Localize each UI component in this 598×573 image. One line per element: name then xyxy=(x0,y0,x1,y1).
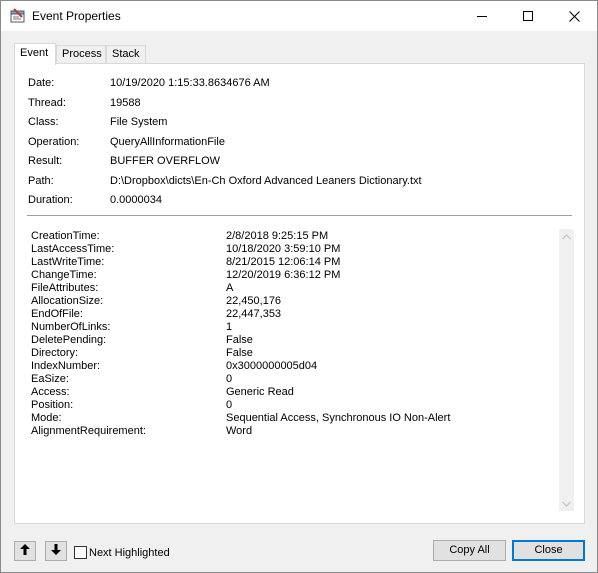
class-label: Class: xyxy=(28,116,59,128)
scroll-down-button[interactable] xyxy=(559,496,574,511)
path-value: D:\Dropbox\dicts\En-Ch Oxford Advanced L… xyxy=(110,175,422,187)
detail-value: 22,447,353 xyxy=(226,308,282,320)
date-label: Date: xyxy=(28,77,55,89)
close-button[interactable]: Close xyxy=(512,540,585,561)
detail-key: FileAttributes: xyxy=(31,282,99,294)
detail-key: EndOfFile: xyxy=(31,308,83,320)
detail-value: 0 xyxy=(226,373,233,385)
detail-value: Sequential Access, Synchronous IO Non-Al… xyxy=(226,412,451,424)
detail-key: LastAccessTime: xyxy=(31,243,115,255)
event-panel: Date: 10/19/2020 1:15:33.8634676 AM Thre… xyxy=(14,63,585,524)
thread-value: 19588 xyxy=(110,97,141,109)
event-properties-window: Event Properties Event Process Stack Dat… xyxy=(0,0,598,573)
detail-key: Position: xyxy=(31,399,74,411)
detail-value: Word xyxy=(226,425,253,437)
detail-value: 12/20/2019 6:36:12 PM xyxy=(226,269,341,281)
detail-key: LastWriteTime: xyxy=(31,256,105,268)
minimize-icon xyxy=(477,11,487,21)
tab-stack[interactable]: Stack xyxy=(106,45,146,64)
detail-key: NumberOfLinks: xyxy=(31,321,111,333)
thread-label: Thread: xyxy=(28,97,66,109)
previous-event-button[interactable] xyxy=(14,541,36,561)
class-value: File System xyxy=(110,116,168,128)
detail-value: 2/8/2018 9:25:15 PM xyxy=(226,230,329,242)
maximize-icon xyxy=(523,11,533,21)
next-highlighted-checkbox[interactable] xyxy=(74,546,87,559)
event-properties-icon xyxy=(10,8,26,24)
detail-value: 0x3000000005d04 xyxy=(226,360,318,372)
detail-value: A xyxy=(226,282,234,294)
scroll-down-icon xyxy=(562,498,571,510)
close-window-button[interactable] xyxy=(551,1,597,31)
operation-value: QueryAllInformationFile xyxy=(110,136,225,148)
result-label: Result: xyxy=(28,155,63,167)
detail-value: 22,450,176 xyxy=(226,295,282,307)
tab-process[interactable]: Process xyxy=(56,45,106,64)
detail-value: Generic Read xyxy=(226,386,294,398)
minimize-button[interactable] xyxy=(459,1,505,31)
title-bar[interactable]: Event Properties xyxy=(1,1,597,31)
date-value: 10/19/2020 1:15:33.8634676 AM xyxy=(110,77,270,89)
duration-value: 0.0000034 xyxy=(110,194,162,206)
details-list[interactable]: CreationTime: 2/8/2018 9:25:15 PM LastAc… xyxy=(27,228,572,511)
detail-key: AllocationSize: xyxy=(31,295,104,307)
detail-value: 1 xyxy=(226,321,233,333)
detail-key: AlignmentRequirement: xyxy=(31,425,146,437)
window-title: Event Properties xyxy=(32,9,121,23)
scroll-up-button[interactable] xyxy=(559,229,574,244)
duration-label: Duration: xyxy=(28,194,73,206)
maximize-button[interactable] xyxy=(505,1,551,31)
detail-key: DeletePending: xyxy=(31,334,107,346)
result-value: BUFFER OVERFLOW xyxy=(110,155,221,167)
detail-value: False xyxy=(226,347,253,359)
copy-all-button[interactable]: Copy All xyxy=(433,540,506,561)
detail-key: EaSize: xyxy=(31,373,69,385)
detail-value: 0 xyxy=(226,399,233,411)
detail-value: 10/18/2020 3:59:10 PM xyxy=(226,243,341,255)
next-highlighted-label: Next Highlighted xyxy=(89,547,170,559)
arrow-up-icon xyxy=(20,544,30,558)
detail-value: False xyxy=(226,334,253,346)
detail-value: 8/21/2015 12:06:14 PM xyxy=(226,256,341,268)
detail-key: Access: xyxy=(31,386,70,398)
detail-key: Directory: xyxy=(31,347,79,359)
next-event-button[interactable] xyxy=(45,541,67,561)
operation-label: Operation: xyxy=(28,136,80,148)
vertical-scrollbar[interactable] xyxy=(559,229,574,511)
tab-event[interactable]: Event xyxy=(14,43,56,65)
detail-key: IndexNumber: xyxy=(31,360,101,372)
close-icon xyxy=(568,10,580,22)
detail-key: ChangeTime: xyxy=(31,269,97,281)
detail-key: Mode: xyxy=(31,412,62,424)
arrow-down-icon xyxy=(51,544,61,558)
path-label: Path: xyxy=(28,175,54,187)
separator xyxy=(27,215,572,216)
detail-key: CreationTime: xyxy=(31,230,100,242)
scroll-up-icon xyxy=(562,231,571,243)
